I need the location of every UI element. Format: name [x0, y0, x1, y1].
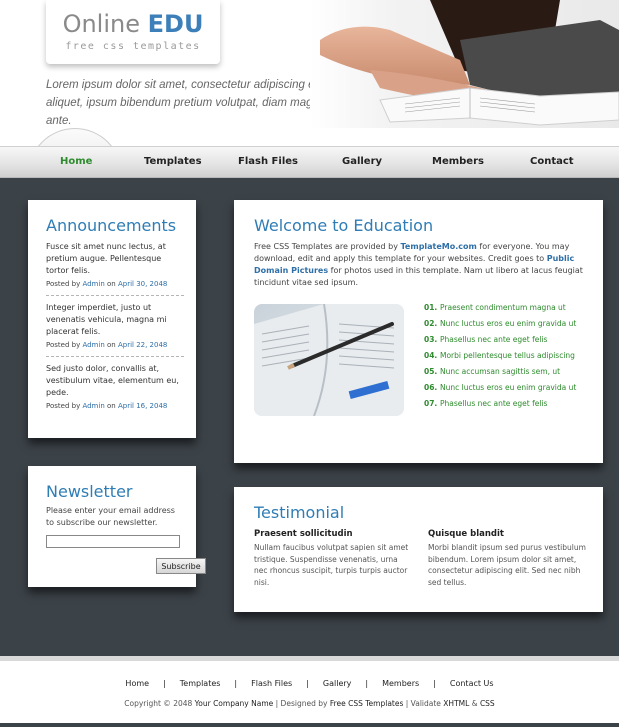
templatemo-link[interactable]: TemplateMo.com: [401, 242, 477, 251]
author-link[interactable]: Admin: [82, 280, 104, 288]
author-link[interactable]: Admin: [82, 402, 104, 410]
footer: Home | Templates | Flash Files | Gallery | Membe…: [0, 656, 619, 727]
list-item[interactable]: 05. Nunc accumsan sagittis sem, ut: [424, 366, 588, 378]
date-link[interactable]: April 22, 2048: [118, 341, 167, 349]
testimonial-title: Testimonial: [254, 503, 345, 522]
list-item[interactable]: 04. Morbi pellentesque tellus adipiscing: [424, 350, 588, 362]
site-logo[interactable]: Online EDU free css templates: [46, 0, 220, 64]
logo-title: Online EDU: [62, 10, 204, 38]
author-link[interactable]: Admin: [82, 341, 104, 349]
newsletter-panel: Newsletter Please enter your email addre…: [28, 466, 206, 587]
xhtml-link[interactable]: XHTML: [443, 699, 469, 708]
nav-home[interactable]: Home: [60, 156, 92, 167]
testimonial-panel: Testimonial Praesent sollicitudin Nullam…: [234, 487, 603, 612]
announcement-text: Sed justo dolor, convallis at, vestibulu…: [46, 364, 179, 397]
announcement-text: Fusce sit amet nunc lectus, at pretium a…: [46, 242, 166, 275]
welcome-text: Free CSS Templates are provided by Templ…: [254, 242, 583, 287]
announcement-item: Sed justo dolor, convallis at, vestibulu…: [46, 363, 184, 417]
hero-image: [310, 0, 619, 128]
newsletter-text: Please enter your email address to subsc…: [46, 506, 175, 527]
copyright: Copyright © 2048 Your Company Name | Des…: [124, 699, 495, 708]
announcement-item: Fusce sit amet nunc lectus, at pretium a…: [46, 241, 184, 296]
testimonial-item: Quisque blandit Morbi blandit ipsum sed …: [428, 529, 586, 588]
footer-link-gallery[interactable]: Gallery: [323, 679, 352, 688]
footer-link-members[interactable]: Members: [382, 679, 419, 688]
header: Online EDU free css templates Lorem ipsu…: [0, 0, 619, 140]
newsletter-email-input[interactable]: [46, 535, 180, 548]
footer-link-flash-files[interactable]: Flash Files: [251, 679, 292, 688]
subscribe-button[interactable]: Subscribe: [156, 558, 206, 574]
announcement-item: Integer imperdiet, justo ut venenatis ve…: [46, 302, 184, 357]
list-item[interactable]: 06. Nunc luctus eros eu enim gravida ut: [424, 382, 588, 394]
date-link[interactable]: April 16, 2048: [118, 402, 167, 410]
announcement-meta: Posted by Admin on April 16, 2048: [46, 402, 168, 410]
announcement-meta: Posted by Admin on April 22, 2048: [46, 341, 168, 349]
nav-templates[interactable]: Templates: [144, 156, 202, 167]
list-item[interactable]: 07. Phasellus nec ante eget felis: [424, 398, 588, 410]
book-pencil-image: [254, 304, 404, 416]
testimonial-item: Praesent sollicitudin Nullam faucibus vo…: [254, 529, 412, 588]
main-nav: [0, 146, 619, 178]
testimonial-heading: Quisque blandit: [428, 529, 504, 539]
testimonial-heading: Praesent sollicitudin: [254, 529, 353, 539]
footer-link-templates[interactable]: Templates: [180, 679, 221, 688]
announcement-text: Integer imperdiet, justo ut venenatis ve…: [46, 303, 167, 336]
designer-link[interactable]: Free CSS Templates: [330, 699, 404, 708]
footer-link-contact-us[interactable]: Contact Us: [450, 679, 494, 688]
welcome-list: 01. Praesent condimentum magna ut 02. Nunc…: [424, 302, 588, 414]
footer-bar: [0, 723, 619, 727]
company-link[interactable]: Your Company Name: [195, 699, 274, 708]
testimonial-body: Nullam faucibus volutpat sapien sit amet…: [254, 543, 409, 587]
footer-nav: Home | Templates | Flash Files | Gallery | Membe…: [125, 679, 494, 688]
logo-subtitle: free css templates: [65, 41, 201, 52]
footer-link-home[interactable]: Home: [125, 679, 149, 688]
newsletter-title: Newsletter: [46, 482, 133, 501]
announcement-meta: Posted by Admin on April 30, 2048: [46, 280, 168, 288]
list-item[interactable]: 02. Nunc luctus eros eu enim gravida ut: [424, 318, 588, 330]
list-item[interactable]: 01. Praesent condimentum magna ut: [424, 302, 588, 314]
nav-contact[interactable]: Contact: [530, 156, 574, 167]
announcements-panel: Announcements Fusce sit amet nunc lectus…: [28, 200, 196, 438]
welcome-panel: Welcome to Education Free CSS Templates …: [234, 200, 603, 463]
announcements-title: Announcements: [46, 216, 177, 235]
nav-flash-files[interactable]: Flash Files: [238, 156, 298, 167]
nav-gallery[interactable]: Gallery: [342, 156, 382, 167]
list-item[interactable]: 03. Phasellus nec ante eget felis: [424, 334, 588, 346]
welcome-title: Welcome to Education: [254, 216, 434, 235]
nav-members[interactable]: Members: [432, 156, 484, 167]
date-link[interactable]: April 30, 2048: [118, 280, 167, 288]
css-link[interactable]: CSS: [480, 699, 495, 708]
testimonial-body: Morbi blandit ipsum sed purus vestibulum…: [428, 543, 586, 587]
